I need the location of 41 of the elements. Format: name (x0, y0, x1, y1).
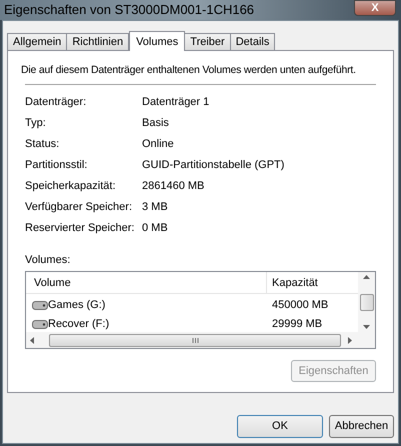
cancel-button[interactable]: Abbrechen (329, 415, 394, 438)
tab[interactable]: Volumes (129, 31, 186, 51)
volume-capacity: 450000 MB (271, 298, 328, 314)
window-title: Eigenschaften von ST3000DM001-1CH166 (3, 1, 254, 19)
volume-capacity: 29999 MB (271, 317, 322, 332)
horizontal-scrollbar[interactable] (26, 332, 375, 348)
vertical-scrollbar[interactable] (358, 272, 375, 332)
volumes-label: Volumes: (25, 253, 72, 268)
volume-name[interactable]: Games (G:) (48, 297, 106, 314)
scroll-right-icon[interactable] (348, 336, 352, 344)
property-label: Speicherkapazität: (25, 179, 116, 194)
drive-icon (32, 320, 48, 329)
property-value: 3 MB (142, 200, 168, 216)
ok-button[interactable]: OK (237, 415, 323, 438)
scroll-down-icon[interactable] (363, 325, 370, 329)
volume-name[interactable]: Recover (F:) (48, 316, 110, 333)
scroll-left-icon[interactable] (30, 336, 34, 344)
scroll-up-icon[interactable] (363, 275, 370, 279)
property-value: Online (142, 137, 174, 152)
property-value: 2861460 MB (142, 179, 204, 194)
property-value: Basis (142, 116, 169, 132)
scroll-thumb[interactable] (49, 334, 341, 346)
property-label: Typ: (25, 116, 47, 132)
tab[interactable]: Richtlinien (66, 33, 130, 50)
column-header[interactable]: Kapazität (267, 272, 358, 293)
drive-icon (32, 301, 48, 310)
column-header[interactable]: Volume (26, 272, 267, 293)
property-label: Partitionsstil: (25, 158, 88, 174)
grip-icon (192, 338, 198, 342)
property-value: GUID-Partitionstabelle (GPT) (142, 158, 284, 174)
property-label: Reservierter Speicher: (25, 221, 136, 236)
property-value: Datenträger 1 (142, 95, 210, 110)
property-label: Status: (25, 137, 60, 152)
property-label: Verfügbarer Speicher: (25, 200, 134, 216)
tab[interactable]: Details (230, 33, 276, 50)
property-label: Datenträger: (25, 95, 88, 110)
tab[interactable]: Treiber (184, 33, 231, 50)
scroll-thumb[interactable] (360, 294, 374, 310)
property-value: 0 MB (142, 221, 168, 236)
tab[interactable]: Allgemein (7, 33, 68, 50)
description-text: Die auf diesem Datenträger enthaltenen Volumes werden unten aufgeführt. (21, 63, 357, 78)
